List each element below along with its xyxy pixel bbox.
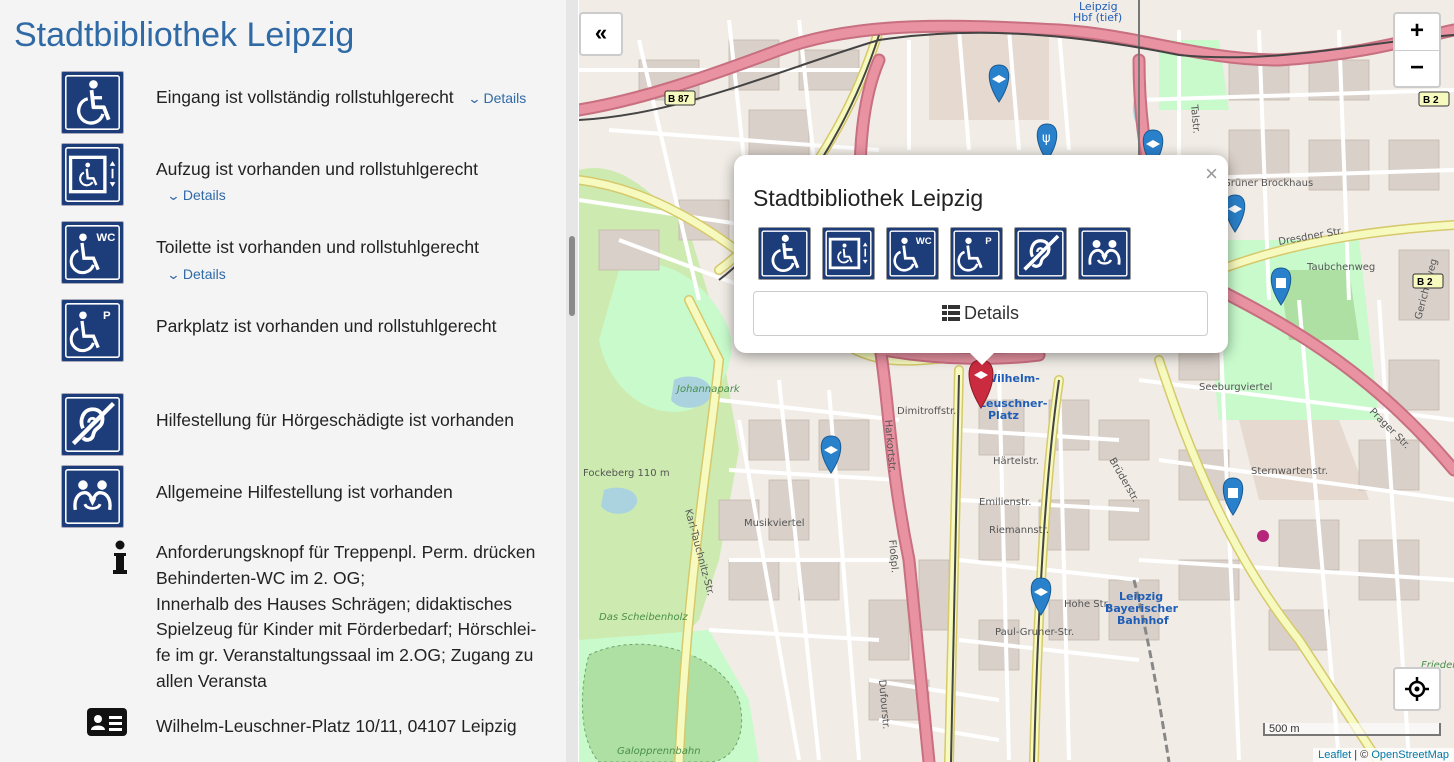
svg-text:B 2: B 2 bbox=[1417, 277, 1433, 288]
assistance-icon bbox=[1078, 227, 1131, 280]
details-link-entrance[interactable]: ⌄ Details bbox=[467, 90, 527, 106]
map[interactable]: Leipzig Hbf (tief) Wilhelm- Leuschner- P… bbox=[579, 0, 1454, 762]
attribution-separator: | © bbox=[1351, 749, 1372, 761]
address-text: Wilhelm-Leuschner-Platz 10/11, 04107 Lei… bbox=[156, 716, 517, 736]
wheelchair-icon bbox=[61, 71, 124, 134]
label-hoehenhuegel: Fockeberg 110 m bbox=[583, 468, 670, 479]
label-emilien: Emilienstr. bbox=[979, 497, 1031, 508]
pharmacy-icon bbox=[1257, 530, 1269, 542]
collapse-sidebar-button[interactable]: « bbox=[579, 12, 623, 56]
wheelchair-parking-icon: P bbox=[950, 227, 1003, 280]
accessibility-note: Anforderungsknopf für Treppenpl. Perm. d… bbox=[156, 542, 537, 691]
locate-button[interactable] bbox=[1393, 667, 1441, 711]
leaflet-link[interactable]: Leaflet bbox=[1318, 749, 1351, 761]
details-label: Details bbox=[483, 90, 527, 106]
label-hohe: Hohe Str. bbox=[1064, 599, 1110, 610]
wheelchair-wc-icon: WC bbox=[61, 221, 124, 284]
svg-text:B 87: B 87 bbox=[668, 94, 690, 105]
map-marker-library[interactable] bbox=[1224, 194, 1246, 233]
road-shield-b87: B 87 bbox=[664, 90, 696, 106]
feature-wc-text: Toilette ist vorhanden und rollstuhlgere… bbox=[156, 237, 479, 257]
label-taubchen: Taubchenweg bbox=[1306, 262, 1375, 273]
popup-details-button[interactable]: Details bbox=[753, 291, 1208, 336]
scrollbar-thumb[interactable] bbox=[569, 236, 575, 316]
label-johannapark: Johannapark bbox=[675, 384, 741, 395]
label-paulgruner: Paul-Gruner-Str. bbox=[995, 627, 1074, 638]
zoom-in-button[interactable]: + bbox=[1395, 14, 1439, 51]
label-musikviertel: Musikviertel bbox=[744, 518, 805, 529]
wheelchair-wc-icon: WC bbox=[886, 227, 939, 280]
sidebar-scrollbar[interactable] bbox=[566, 0, 578, 762]
page-title: Stadtbibliothek Leipzig bbox=[14, 16, 355, 54]
label-leuschner3: Platz bbox=[988, 409, 1019, 422]
label-scheibenholz: Das Scheibenholz bbox=[599, 612, 688, 623]
feature-entrance-text: Eingang ist vollständig rollstuhlgerecht bbox=[156, 87, 454, 107]
label-bayer3: Bahnhof bbox=[1117, 614, 1169, 627]
chevron-down-icon: ⌄ bbox=[466, 91, 482, 106]
elevator-icon bbox=[822, 227, 875, 280]
road-shield-b2: B 2 bbox=[1418, 91, 1450, 107]
popup-details-label: Details bbox=[963, 303, 1020, 323]
svg-text:ψ: ψ bbox=[1042, 131, 1051, 146]
label-hbf2: Hbf (tief) bbox=[1073, 11, 1122, 24]
attribution: Leaflet | © OpenStreetMap bbox=[1313, 748, 1454, 762]
osm-link[interactable]: OpenStreetMap bbox=[1371, 749, 1449, 761]
scale-bar: 500 m bbox=[1263, 723, 1441, 736]
hearing-impaired-icon bbox=[1014, 227, 1067, 280]
svg-text:B 2: B 2 bbox=[1423, 95, 1439, 106]
label-seeburg: Seeburgviertel bbox=[1199, 382, 1272, 393]
feature-assistance-text: Allgemeine Hilfestellung ist vorhanden bbox=[156, 482, 453, 502]
svg-text:WC: WC bbox=[916, 236, 932, 247]
svg-text:WC: WC bbox=[96, 232, 115, 244]
wheelchair-icon bbox=[758, 227, 811, 280]
map-marker-library[interactable] bbox=[1030, 577, 1052, 616]
feature-elevator-text: Aufzug ist vorhanden und rollstuhlgerech… bbox=[156, 159, 479, 179]
popup-title: Stadtbibliothek Leipzig bbox=[753, 185, 984, 211]
svg-text:P: P bbox=[103, 310, 111, 322]
label-sternwarten: Sternwartenstr. bbox=[1251, 466, 1328, 477]
details-link-wc[interactable]: ⌄ Details bbox=[166, 261, 226, 288]
crosshair-icon bbox=[1405, 677, 1429, 701]
label-dimitroff: Dimitroffstr. bbox=[897, 406, 956, 417]
hearing-impaired-icon bbox=[61, 393, 124, 456]
details-label: Details bbox=[182, 187, 226, 203]
label-hartel: Härtelstr. bbox=[993, 456, 1039, 467]
details-link-elevator[interactable]: ⌄ Details bbox=[166, 182, 226, 209]
map-tiles: Leipzig Hbf (tief) Wilhelm- Leuschner- P… bbox=[579, 0, 1454, 762]
address-card-icon bbox=[87, 708, 127, 736]
map-popup: × Stadtbibliothek Leipzig WC P Details bbox=[734, 155, 1228, 353]
popup-tip bbox=[969, 352, 995, 365]
label-bruederstr: Brüderstr. bbox=[1106, 456, 1140, 504]
feature-parking-text: Parkplatz ist vorhanden und rollstuhlger… bbox=[156, 316, 497, 336]
label-gruener: Grüner Brockhaus bbox=[1223, 178, 1313, 189]
zoom-out-button[interactable]: − bbox=[1395, 51, 1439, 87]
details-label: Details bbox=[182, 266, 226, 282]
sidebar: Stadtbibliothek Leipzig Eingang ist voll… bbox=[0, 0, 567, 762]
chevron-down-icon: ⌄ bbox=[166, 267, 181, 282]
close-icon[interactable]: × bbox=[1205, 161, 1218, 187]
double-chevron-left-icon: « bbox=[594, 20, 608, 45]
road-shield-b2-2: B 2 bbox=[1412, 273, 1444, 289]
label-floss: Floßpl. bbox=[886, 539, 900, 573]
assistance-icon bbox=[61, 465, 124, 528]
zoom-control: + − bbox=[1393, 12, 1441, 88]
label-talstr: Talstr. bbox=[1188, 103, 1202, 134]
label-galopp: Galopprennbahn bbox=[617, 746, 701, 757]
info-icon bbox=[113, 540, 127, 574]
chevron-down-icon: ⌄ bbox=[166, 188, 181, 203]
label-riemann: Riemannstr. bbox=[989, 525, 1049, 536]
list-icon bbox=[941, 305, 960, 321]
svg-text:P: P bbox=[985, 236, 992, 247]
wheelchair-parking-icon: P bbox=[61, 299, 124, 362]
feature-hearing-text: Hilfestellung für Hörgeschädigte ist vor… bbox=[156, 410, 514, 430]
elevator-icon bbox=[61, 143, 124, 206]
feature-entrance: Eingang ist vollständig rollstuhlgerecht… bbox=[156, 84, 526, 112]
